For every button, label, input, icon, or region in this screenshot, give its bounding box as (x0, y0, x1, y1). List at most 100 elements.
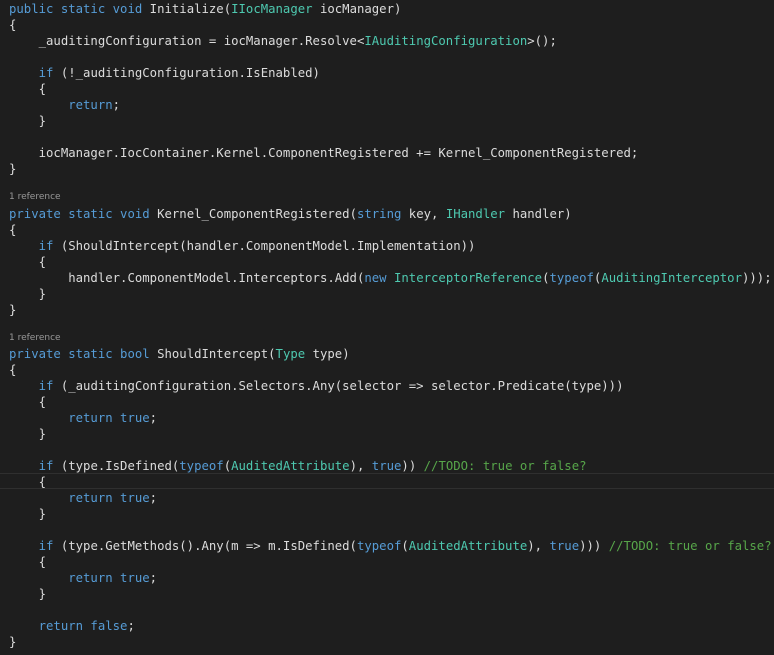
code-line[interactable]: { (9, 362, 16, 378)
code-token: ; (127, 619, 135, 633)
code-token: ), (349, 459, 372, 473)
comment-token: //TODO: true or false? (423, 459, 587, 473)
code-token: ))) (579, 539, 609, 553)
code-line[interactable]: return; (9, 97, 120, 113)
code-token: ; (112, 98, 121, 112)
keyword-token: return false (9, 619, 128, 633)
keyword-token: if (9, 379, 54, 393)
code-line[interactable]: { (9, 81, 46, 97)
keyword-token: return (9, 98, 113, 112)
code-line[interactable]: _auditingConfiguration = iocManager.Reso… (9, 33, 557, 49)
code-line[interactable]: } (9, 302, 16, 318)
code-line[interactable]: } (9, 506, 46, 522)
code-token: ( (401, 539, 409, 553)
code-token: { (9, 255, 47, 269)
keyword-token: typeof (179, 459, 224, 473)
code-line[interactable]: } (9, 634, 16, 650)
code-token: ; (149, 571, 158, 585)
code-token: Kernel_ComponentRegistered( (157, 207, 357, 221)
code-token: type) (305, 347, 350, 361)
code-line[interactable]: { (9, 222, 16, 238)
code-token: } (9, 635, 17, 649)
code-editor[interactable]: 1 reference 1 reference public static vo… (0, 0, 774, 655)
code-token: } (9, 427, 47, 441)
code-line[interactable]: } (9, 286, 46, 302)
code-line[interactable]: iocManager.IocContainer.Kernel.Component… (9, 145, 639, 161)
code-token: } (9, 162, 17, 176)
keyword-token: new (364, 271, 394, 285)
code-token: { (9, 395, 47, 409)
code-token: ), (527, 539, 550, 553)
code-line[interactable]: { (9, 254, 46, 270)
code-line[interactable]: { (9, 474, 46, 490)
type-token: IIocManager (231, 2, 313, 16)
keyword-token: true (549, 539, 580, 553)
comment-token: //TODO: true or false? (608, 539, 772, 553)
code-token: { (9, 555, 47, 569)
code-line[interactable]: public static void Initialize(IIocManage… (9, 1, 401, 17)
code-line[interactable]: if (_auditingConfiguration.Selectors.Any… (9, 378, 624, 394)
keyword-token: private static void (9, 207, 158, 221)
code-line[interactable]: private static void Kernel_ComponentRegi… (9, 206, 572, 222)
code-token: Initialize( (149, 2, 232, 16)
type-token: IAuditingConfiguration (364, 34, 528, 48)
code-line[interactable]: if (!_auditingConfiguration.IsEnabled) (9, 65, 320, 81)
code-token: ; (149, 411, 158, 425)
code-token: (ShouldIntercept(handler.ComponentModel.… (53, 239, 476, 253)
code-token: ShouldIntercept( (157, 347, 276, 361)
code-token: } (9, 287, 47, 301)
code-token: { (9, 82, 47, 96)
code-token: (type.GetMethods().Any(m => m.IsDefined( (53, 539, 357, 553)
type-token: AuditedAttribute (231, 459, 350, 473)
code-token: )) (401, 459, 424, 473)
code-token: } (9, 303, 17, 317)
code-token: ; (149, 491, 158, 505)
code-line[interactable]: if (ShouldIntercept(handler.ComponentMod… (9, 238, 476, 254)
code-token: } (9, 507, 47, 521)
code-token: (type.IsDefined( (53, 459, 180, 473)
current-line-highlight (0, 473, 774, 489)
keyword-token: string (356, 207, 402, 221)
type-token: InterceptorReference (394, 271, 543, 285)
code-line[interactable]: return true; (9, 490, 157, 506)
code-token: ( (223, 459, 232, 473)
code-token: _auditingConfiguration = iocManager.Reso… (9, 34, 365, 48)
keyword-token: typeof (356, 539, 402, 553)
code-line[interactable]: if (type.GetMethods().Any(m => m.IsDefin… (9, 538, 772, 554)
code-token: { (9, 363, 17, 377)
code-line[interactable]: return true; (9, 570, 157, 586)
keyword-token: return true (9, 411, 150, 425)
code-token: handler) (505, 207, 572, 221)
code-line[interactable]: if (type.IsDefined(typeof(AuditedAttribu… (9, 458, 587, 474)
code-token: key, (401, 207, 446, 221)
type-token: AuditedAttribute (408, 539, 528, 553)
codelens-reference-count[interactable]: 1 reference (9, 333, 61, 344)
code-line[interactable]: private static bool ShouldIntercept(Type… (9, 346, 350, 362)
keyword-token: if (9, 66, 54, 80)
code-token: >(); (527, 34, 557, 48)
code-line[interactable]: { (9, 394, 46, 410)
type-token: AuditingInterceptor (601, 271, 742, 285)
code-token: ))); (741, 271, 772, 285)
code-token: } (9, 114, 47, 128)
keyword-token: public static void (9, 2, 150, 16)
code-line[interactable]: return true; (9, 410, 157, 426)
code-line[interactable]: } (9, 426, 46, 442)
keyword-token: return true (9, 491, 150, 505)
code-line[interactable]: } (9, 586, 46, 602)
code-line[interactable]: } (9, 161, 16, 177)
code-token: } (9, 587, 47, 601)
code-line[interactable]: } (9, 113, 46, 129)
type-token: IHandler (445, 207, 506, 221)
code-token: { (9, 18, 17, 32)
keyword-token: true (371, 459, 402, 473)
code-token: iocManager.IocContainer.Kernel.Component… (9, 146, 639, 160)
code-line[interactable]: { (9, 17, 16, 33)
code-token: { (9, 475, 47, 489)
code-line[interactable]: { (9, 554, 46, 570)
code-line[interactable]: handler.ComponentModel.Interceptors.Add(… (9, 270, 772, 286)
keyword-token: return true (9, 571, 150, 585)
codelens-reference-count[interactable]: 1 reference (9, 192, 61, 203)
code-line[interactable]: return false; (9, 618, 135, 634)
code-token: handler.ComponentModel.Interceptors.Add( (9, 271, 365, 285)
